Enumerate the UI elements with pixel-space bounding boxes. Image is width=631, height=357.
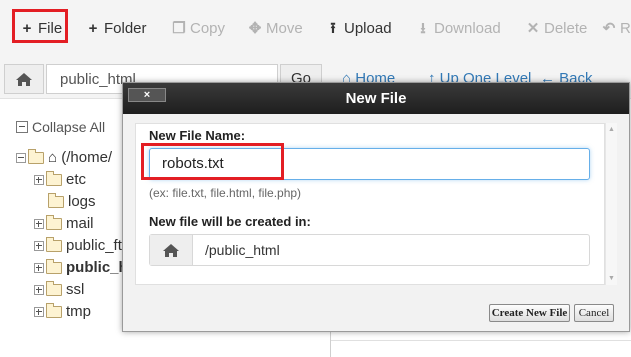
delete-button[interactable]: ✕ Delete <box>526 18 588 40</box>
tree-item-logs[interactable]: logs <box>48 193 96 211</box>
delete-button-label: Delete <box>544 20 588 37</box>
move-button-label: Move <box>266 20 303 37</box>
expand-toggle-icon[interactable] <box>34 241 44 252</box>
destination-value: /public_html <box>205 242 280 258</box>
destination-label: New file will be created in: <box>149 214 311 229</box>
tree-item-label: mail <box>66 215 94 232</box>
new-file-dialog: New File × New File Name: robots.txt (ex… <box>122 82 630 332</box>
toolbar: + File + Folder ❐ Copy ✥ Move ⭱ Upload ⭳ Downl… <box>0 0 631 59</box>
upload-icon: ⭱ <box>330 20 336 37</box>
tree-item-tmp[interactable]: tmp <box>34 303 91 321</box>
destination-field[interactable]: /public_html <box>149 234 590 266</box>
expand-toggle-icon[interactable] <box>34 307 44 318</box>
collapse-all-label: Collapse All <box>32 119 106 135</box>
dialog-close-button[interactable]: × <box>128 88 166 102</box>
expand-toggle-icon[interactable] <box>34 219 44 230</box>
tree-item-label: tmp <box>66 303 92 320</box>
tree-item-public-html[interactable]: public_h <box>34 259 128 277</box>
expand-toggle-icon[interactable] <box>34 175 44 186</box>
folder-button-label: Folder <box>104 20 147 37</box>
home-icon <box>163 244 179 257</box>
tree-item-label: public_ft <box>66 237 122 254</box>
folder-icon <box>46 237 62 253</box>
plus-icon: + <box>88 20 98 37</box>
copy-button-label: Copy <box>190 20 226 37</box>
file-name-hint: (ex: file.txt, file.html, file.php) <box>149 186 302 200</box>
folder-icon <box>48 193 64 209</box>
destination-home-addon <box>150 235 193 265</box>
create-new-file-button[interactable]: Create New File <box>489 304 570 322</box>
tree-root-label: (/home/ <box>61 149 113 166</box>
download-button-label: Download <box>434 20 501 37</box>
new-file-name-label: New File Name: <box>149 128 246 143</box>
tree-item-label: ssl <box>66 281 85 298</box>
copy-icon: ❐ <box>172 20 186 37</box>
folder-icon <box>46 171 62 187</box>
collapse-icon <box>16 121 28 133</box>
tree-item-label: etc <box>66 171 87 188</box>
home-icon: ⌂ <box>48 149 58 166</box>
tree-root[interactable]: ⌂ (/home/ <box>16 149 112 167</box>
folder-icon <box>46 303 62 319</box>
cancel-button[interactable]: Cancel <box>574 304 614 322</box>
expand-toggle-icon[interactable] <box>34 263 44 274</box>
download-button[interactable]: ⭳ Download <box>416 18 501 40</box>
restore-button[interactable]: ↶Re <box>602 18 631 40</box>
folder-icon <box>46 215 62 231</box>
upload-button-label: Upload <box>344 20 392 37</box>
expand-toggle-icon[interactable] <box>34 285 44 296</box>
move-button[interactable]: ✥ Move <box>248 18 303 40</box>
file-name-highlight <box>141 143 284 180</box>
folder-icon <box>46 259 62 275</box>
collapse-all-button[interactable]: Collapse All <box>16 119 105 135</box>
tree-item-label: logs <box>68 193 96 210</box>
close-icon: ✕ <box>526 20 540 37</box>
tree-item-label: public_h <box>66 259 128 276</box>
scroll-down-icon[interactable]: ▼ <box>606 275 617 282</box>
tree-item-public-ftp[interactable]: public_ft <box>34 237 122 255</box>
path-home-button[interactable] <box>4 64 44 94</box>
copy-button[interactable]: ❐ Copy <box>172 18 225 40</box>
tree-item-etc[interactable]: etc <box>34 171 86 189</box>
file-list-divider <box>331 340 631 341</box>
tree-item-mail[interactable]: mail <box>34 215 94 233</box>
dialog-title: New File <box>345 90 407 107</box>
home-icon <box>16 73 32 86</box>
file-button-highlight <box>12 9 68 43</box>
dialog-header: New File × <box>123 83 629 114</box>
folder-open-icon <box>28 149 44 165</box>
scroll-up-icon[interactable]: ▲ <box>606 126 617 133</box>
tree-item-ssl[interactable]: ssl <box>34 281 84 299</box>
dialog-scrollbar[interactable]: ▲ ▼ <box>605 123 617 285</box>
download-icon: ⭳ <box>420 20 426 37</box>
folder-icon <box>46 281 62 297</box>
restore-button-label: Re <box>620 20 631 37</box>
folder-button[interactable]: + Folder <box>86 18 147 40</box>
collapse-toggle-icon[interactable] <box>16 153 26 164</box>
upload-button[interactable]: ⭱ Upload <box>326 18 392 40</box>
move-icon: ✥ <box>248 20 262 37</box>
restore-icon: ↶ <box>602 20 616 37</box>
